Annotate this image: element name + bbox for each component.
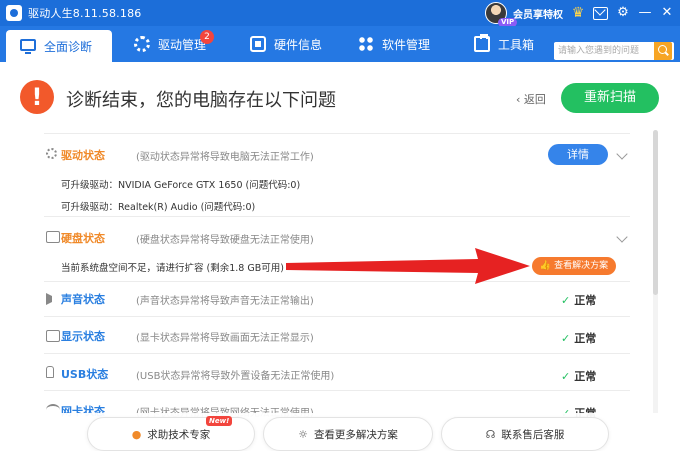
new-badge: New!: [206, 416, 233, 426]
lightbulb-icon: ☼: [298, 427, 308, 441]
display-status-title: 显示状态: [61, 330, 105, 343]
more-solutions-label: 查看更多解决方案: [313, 428, 398, 441]
sound-status-ok: ✓ 正常: [561, 292, 596, 308]
check-icon: ✓: [561, 294, 571, 307]
scrollbar-thumb[interactable]: [653, 130, 658, 295]
contact-service-label: 联系售后客服: [501, 428, 565, 441]
usb-status-ok: ✓ 正常: [561, 368, 596, 384]
check-icon: ✓: [561, 332, 571, 345]
usb-status-title: USB状态: [61, 368, 109, 381]
more-solutions-button[interactable]: ☼ 查看更多解决方案: [263, 417, 433, 451]
status-label: 正常: [574, 370, 597, 383]
display-status-desc: (显卡状态异常将导致画面无法正常显示): [136, 333, 314, 344]
ask-expert-label: 求助技术专家: [147, 428, 211, 441]
usb-status-desc: (USB状态异常将导致外置设备无法正常使用): [136, 371, 335, 382]
usb-icon: [46, 366, 54, 378]
contact-service-button[interactable]: ☊ 联系售后客服: [441, 417, 609, 451]
sound-status-title: 声音状态: [61, 293, 105, 306]
display-icon: [46, 330, 60, 342]
speaker-icon: [46, 293, 52, 305]
headset-icon: ☊: [485, 427, 496, 441]
person-icon: ●: [131, 427, 142, 441]
check-icon: ✓: [561, 370, 571, 383]
display-status-ok: ✓ 正常: [561, 330, 596, 346]
status-label: 正常: [574, 294, 597, 307]
sound-status-desc: (声音状态异常将导致声音无法正常输出): [136, 296, 314, 307]
status-label: 正常: [574, 332, 597, 345]
